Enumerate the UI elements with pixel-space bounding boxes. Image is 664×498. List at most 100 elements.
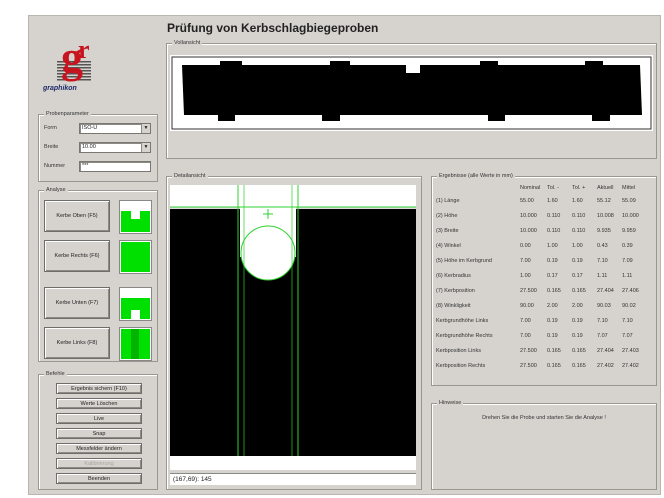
results-column-header: Aktuell bbox=[597, 185, 614, 191]
nummer-label: Nummer bbox=[44, 163, 66, 169]
results-cell: 1.60 bbox=[547, 198, 558, 204]
results-cell: 27.500 bbox=[520, 363, 537, 369]
svg-text:r: r bbox=[78, 35, 90, 64]
ergebnis-sichern-button[interactable]: Ergebnis sichern (F10) bbox=[56, 383, 142, 394]
results-row-name: (7) Kerbposition bbox=[436, 288, 475, 294]
notch-top-icon bbox=[119, 200, 152, 234]
breite-select[interactable]: 10.00 ▼ bbox=[79, 142, 151, 153]
results-row-name: Kerbgrundhöhe Links bbox=[436, 318, 489, 324]
full-view-image bbox=[170, 55, 653, 131]
results-cell: 27.406 bbox=[622, 288, 639, 294]
results-cell: 0.19 bbox=[572, 333, 583, 339]
app-window: g r graphikon Prüfung von Kerbschlagbieg… bbox=[28, 15, 661, 495]
results-cell: 7.07 bbox=[622, 333, 633, 339]
analyse-panel: Analyse Kerbe Oben (F5) Kerbe Rechts (F6… bbox=[38, 187, 158, 362]
results-cell: 7.10 bbox=[622, 318, 633, 324]
live-button[interactable]: Live bbox=[56, 413, 142, 424]
beenden-button[interactable]: Beenden bbox=[56, 473, 142, 484]
werte-loeschen-button[interactable]: Werte Löschen bbox=[56, 398, 142, 409]
results-cell: 7.07 bbox=[597, 333, 608, 339]
results-column-header: Mittel bbox=[622, 185, 636, 191]
results-cell: 1.00 bbox=[520, 273, 531, 279]
results-row: Kerbgrundhöhe Links 7.00 0.19 0.19 7.10 7.10 bbox=[432, 318, 656, 330]
results-cell: 27.403 bbox=[622, 348, 639, 354]
results-cell: 0.165 bbox=[572, 288, 586, 294]
chevron-down-icon[interactable]: ▼ bbox=[141, 124, 150, 133]
results-cell: 27.402 bbox=[622, 363, 639, 369]
notch-left-icon bbox=[119, 327, 152, 361]
form-select-value: ISO-U bbox=[82, 125, 98, 131]
kerbe-rechts-button[interactable]: Kerbe Rechts (F6) bbox=[44, 240, 110, 272]
kerbe-unten-button[interactable]: Kerbe Unten (F7) bbox=[44, 287, 110, 319]
results-header-row: Nominal Tol. - Tol. + Aktuell Mittel bbox=[432, 185, 656, 197]
results-cell: 7.10 bbox=[597, 258, 608, 264]
results-row: (6) Kerbradius 1.00 0.17 0.17 1.11 1.11 bbox=[432, 273, 656, 285]
results-cell: 1.11 bbox=[597, 273, 608, 279]
logo: g r graphikon bbox=[35, 22, 113, 98]
results-cell: 90.00 bbox=[520, 303, 534, 309]
results-cell: 55.12 bbox=[597, 198, 611, 204]
analyse-title: Analyse bbox=[44, 187, 68, 194]
results-cell: 0.17 bbox=[572, 273, 583, 279]
results-cell: 10.000 bbox=[520, 228, 537, 234]
results-cell: 0.19 bbox=[547, 258, 558, 264]
results-cell: 0.165 bbox=[572, 348, 586, 354]
results-cell: 55.09 bbox=[622, 198, 636, 204]
results-cell: 10.000 bbox=[520, 213, 537, 219]
results-cell: 7.09 bbox=[622, 258, 633, 264]
results-cell: 9.959 bbox=[622, 228, 636, 234]
results-cell: 1.60 bbox=[572, 198, 583, 204]
chevron-down-icon[interactable]: ▼ bbox=[141, 143, 150, 152]
ergebnisse-title: Ergebnisse (alle Werte in mm) bbox=[437, 173, 515, 180]
detailansicht-panel: Detailansicht (167,69): 145 bbox=[166, 173, 422, 490]
snap-label: Snap bbox=[92, 430, 106, 437]
results-cell: 0.19 bbox=[547, 318, 558, 324]
results-cell: 10.000 bbox=[622, 213, 639, 219]
results-row-name: Kerbposition Links bbox=[436, 348, 481, 354]
results-cell: 0.110 bbox=[572, 213, 586, 219]
form-select[interactable]: ISO-U ▼ bbox=[79, 123, 151, 134]
messfelder-aendern-label: Messfelder ändern bbox=[76, 445, 122, 452]
notch-right-icon bbox=[119, 240, 152, 274]
results-row: (7) Kerbposition 27.500 0.165 0.165 27.404 27… bbox=[432, 288, 656, 300]
results-table: Nominal Tol. - Tol. + Aktuell Mittel (1) Läng… bbox=[432, 185, 656, 381]
kerbe-links-button[interactable]: Kerbe Links (F8) bbox=[44, 327, 110, 359]
snap-button[interactable]: Snap bbox=[56, 428, 142, 439]
hinweise-panel: Hinweise Drehen Sie die Probe und starte… bbox=[431, 400, 657, 490]
results-row: (2) Höhe 10.000 0.110 0.110 10.008 10.000 bbox=[432, 213, 656, 225]
form-label: Form bbox=[44, 125, 57, 131]
results-column-header: Tol. - bbox=[547, 185, 559, 191]
results-row: (5) Höhe im Kerbgrund 7.00 0.19 0.19 7.10 7.0… bbox=[432, 258, 656, 270]
results-row-name: (6) Kerbradius bbox=[436, 273, 471, 279]
hinweise-text: Drehen Sie die Probe und starten Sie die… bbox=[482, 415, 606, 421]
results-cell: 90.03 bbox=[597, 303, 611, 309]
kerbe-links-label: Kerbe Links (F8) bbox=[56, 340, 98, 346]
results-cell: 0.19 bbox=[572, 318, 583, 324]
results-cell: 0.165 bbox=[547, 288, 561, 294]
results-cell: 1.00 bbox=[547, 243, 558, 249]
messfelder-aendern-button[interactable]: Messfelder ändern bbox=[56, 443, 142, 454]
results-column-header: Tol. + bbox=[572, 185, 586, 191]
results-cell: 27.404 bbox=[597, 348, 614, 354]
detailansicht-title: Detailansicht bbox=[172, 173, 208, 180]
results-cell: 0.17 bbox=[547, 273, 558, 279]
results-cell: 9.935 bbox=[597, 228, 611, 234]
results-cell: 7.00 bbox=[520, 318, 531, 324]
vollansicht-panel: Vollansicht bbox=[166, 40, 657, 159]
results-cell: 0.110 bbox=[547, 228, 561, 234]
nummer-input[interactable]: *** bbox=[79, 161, 151, 172]
results-cell: 27.404 bbox=[597, 288, 614, 294]
kalibrierung-button[interactable]: Kalibrierung bbox=[56, 458, 142, 469]
results-row-name: (5) Höhe im Kerbgrund bbox=[436, 258, 492, 264]
results-cell: 1.00 bbox=[572, 243, 583, 249]
results-cell: 0.165 bbox=[547, 348, 561, 354]
results-column-header: Nominal bbox=[520, 185, 541, 191]
results-cell: 7.00 bbox=[520, 333, 531, 339]
results-cell: 0.00 bbox=[520, 243, 531, 249]
results-cell: 27.500 bbox=[520, 348, 537, 354]
results-row-name: (3) Breite bbox=[436, 228, 459, 234]
kerbe-oben-button[interactable]: Kerbe Oben (F5) bbox=[44, 200, 110, 232]
results-row-name: (8) Winkligkeit bbox=[436, 303, 471, 309]
vollansicht-title: Vollansicht bbox=[172, 40, 203, 47]
detail-status-bar: (167,69): 145 bbox=[170, 473, 416, 485]
